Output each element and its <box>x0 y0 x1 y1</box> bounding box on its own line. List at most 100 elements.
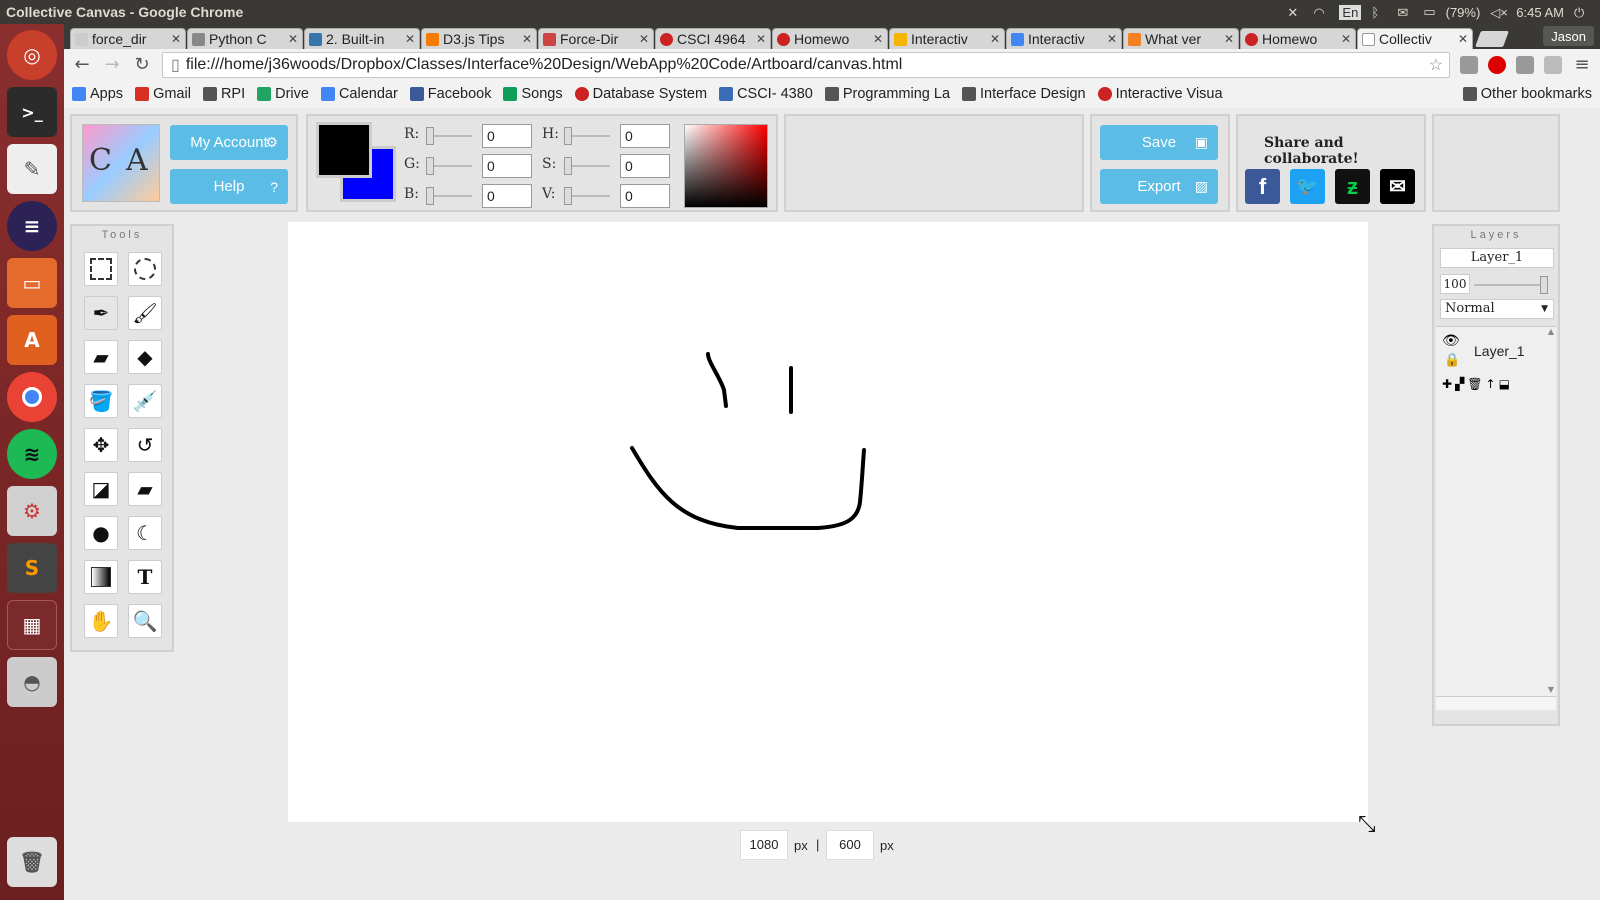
bookmark-songs[interactable]: Songs <box>503 86 563 102</box>
scroll-up-arrow-icon[interactable]: ▲ <box>1548 327 1554 336</box>
opacity-slider[interactable] <box>1474 276 1548 294</box>
back-arrow-icon[interactable]: ← <box>72 55 92 75</box>
ubuntu-dash-icon[interactable]: ◎ <box>7 30 57 80</box>
paint-bucket-tool-icon[interactable]: 🪣 <box>84 384 118 418</box>
bookmark-database[interactable]: Database System <box>574 86 707 102</box>
workspace-switcher-icon[interactable]: ▦ <box>7 600 57 650</box>
ellipse-select-tool-icon[interactable] <box>128 252 162 286</box>
export-button[interactable]: Export ▨ <box>1100 169 1218 204</box>
eyedropper-tool-icon[interactable]: 💉 <box>128 384 162 418</box>
slider-knob[interactable] <box>564 127 572 145</box>
hand-tool-icon[interactable]: ✋ <box>84 604 118 638</box>
horizontal-scrollbar[interactable] <box>1436 696 1556 710</box>
brush-tool-icon[interactable]: 🖌 <box>128 296 162 330</box>
slider-knob[interactable] <box>426 157 434 175</box>
other-bookmarks[interactable]: Other bookmarks <box>1462 86 1592 102</box>
close-tab-icon[interactable]: ✕ <box>1458 32 1468 46</box>
tab-2[interactable]: 2. Built-in ✕ <box>304 28 420 49</box>
primary-color-swatch[interactable] <box>316 122 372 178</box>
close-tab-icon[interactable]: ✕ <box>1107 32 1117 46</box>
dropbox-icon[interactable]: ✕ <box>1287 5 1303 20</box>
tab-6[interactable]: Homewo ✕ <box>772 28 888 49</box>
close-tab-icon[interactable]: ✕ <box>171 32 181 46</box>
s-input[interactable]: 0 <box>620 154 670 178</box>
facebook-share-icon[interactable]: f <box>1245 169 1280 204</box>
sublime-text-icon[interactable]: S <box>7 543 57 593</box>
bookmark-gmail[interactable]: Gmail <box>135 86 191 102</box>
my-account-button[interactable]: My Account ⚙ <box>170 125 288 160</box>
g-input[interactable]: 0 <box>482 154 532 178</box>
bookmark-csci[interactable]: CSCI- 4380 <box>719 86 813 102</box>
mail-icon[interactable]: ✉ <box>1397 5 1413 20</box>
tab-4[interactable]: Force-Dir ✕ <box>538 28 654 49</box>
move-layer-up-icon[interactable]: ↑ <box>1486 377 1496 401</box>
bookmark-apps[interactable]: Apps <box>72 86 123 102</box>
bookmark-interactive-visua[interactable]: Interactive Visua <box>1097 86 1223 102</box>
close-tab-icon[interactable]: ✕ <box>1341 32 1351 46</box>
tab-5[interactable]: CSCI 4964 ✕ <box>655 28 771 49</box>
help-button[interactable]: Help ? <box>170 169 288 204</box>
spotify-icon[interactable]: ≋ <box>7 429 57 479</box>
layer-row[interactable]: 👁 🔒 Layer_1 <box>1436 327 1556 377</box>
text-editor-icon[interactable]: ✎ <box>7 144 57 194</box>
scale-tool-icon[interactable]: ◪ <box>84 472 118 506</box>
canvas-height-input[interactable]: 600 <box>826 830 874 860</box>
slider-knob[interactable] <box>564 187 572 205</box>
files-icon[interactable]: ▭ <box>7 258 57 308</box>
bluetooth-icon[interactable]: ᛒ <box>1371 5 1387 20</box>
slider-knob[interactable] <box>426 127 434 145</box>
power-icon[interactable]: ⏻ <box>1574 5 1590 20</box>
opacity-input[interactable]: 100 <box>1440 274 1470 294</box>
slider-knob[interactable] <box>426 187 434 205</box>
add-layer-icon[interactable]: ✚ <box>1442 377 1452 401</box>
text-tool-icon[interactable]: T <box>128 560 162 594</box>
r-input[interactable]: 0 <box>482 124 532 148</box>
v-input[interactable]: 0 <box>620 184 670 208</box>
software-center-icon[interactable]: A <box>7 315 57 365</box>
bookmark-drive[interactable]: Drive <box>257 86 309 102</box>
rect-select-tool-icon[interactable] <box>84 252 118 286</box>
layer-name-input[interactable]: Layer_1 <box>1440 248 1554 268</box>
tab-1[interactable]: Python C ✕ <box>187 28 303 49</box>
tab-8[interactable]: Interactiv ✕ <box>1006 28 1122 49</box>
slider-knob[interactable] <box>1540 276 1548 294</box>
bookmark-interface-design[interactable]: Interface Design <box>962 86 1086 102</box>
volume-icon[interactable]: ◁× <box>1490 5 1508 20</box>
duplicate-layer-icon[interactable]: ▞ <box>1455 377 1464 401</box>
drawing-canvas[interactable] <box>288 222 1368 822</box>
tab-11-active[interactable]: Collectiv ✕ <box>1357 28 1473 49</box>
eclipse-icon[interactable]: ≡ <box>7 201 57 251</box>
scroll-down-arrow-icon[interactable]: ▼ <box>1548 685 1554 694</box>
bookmark-programming[interactable]: Programming La <box>824 86 950 102</box>
canvas-resize-handle-icon[interactable]: ⤡ <box>1358 812 1392 846</box>
terminal-icon[interactable]: >_ <box>7 87 57 137</box>
delete-layer-icon[interactable]: 🗑 <box>1467 377 1482 401</box>
disk-icon[interactable]: ◓ <box>7 657 57 707</box>
layer-name[interactable]: Layer_1 <box>1474 343 1525 359</box>
block-eraser-tool-icon[interactable]: ◆ <box>128 340 162 374</box>
close-tab-icon[interactable]: ✕ <box>288 32 298 46</box>
email-share-icon[interactable]: ✉ <box>1380 169 1415 204</box>
keyboard-language[interactable]: En <box>1339 4 1362 20</box>
slider-knob[interactable] <box>564 157 572 175</box>
move-tool-icon[interactable]: ✥ <box>84 428 118 462</box>
forward-arrow-icon[interactable]: → <box>102 55 122 75</box>
tab-9[interactable]: What ver ✕ <box>1123 28 1239 49</box>
chrome-icon[interactable] <box>7 372 57 422</box>
rotate-tool-icon[interactable]: ↺ <box>128 428 162 462</box>
close-tab-icon[interactable]: ✕ <box>522 32 532 46</box>
wifi-icon[interactable]: ◠ <box>1313 5 1329 20</box>
close-tab-icon[interactable]: ✕ <box>873 32 883 46</box>
h-slider[interactable] <box>564 127 610 145</box>
tab-0[interactable]: force_dir ✕ <box>70 28 186 49</box>
lock-icon[interactable]: 🔒 <box>1444 353 1460 368</box>
close-tab-icon[interactable]: ✕ <box>1224 32 1234 46</box>
tab-3[interactable]: D3.js Tips ✕ <box>421 28 537 49</box>
b-slider[interactable] <box>426 187 472 205</box>
tab-10[interactable]: Homewo ✕ <box>1240 28 1356 49</box>
bookmark-rpi[interactable]: RPI <box>202 86 245 102</box>
tab-7[interactable]: Interactiv ✕ <box>889 28 1005 49</box>
adblock-icon[interactable] <box>1488 56 1506 74</box>
twitter-share-icon[interactable]: 🐦 <box>1290 169 1325 204</box>
canvas-width-input[interactable]: 1080 <box>740 830 788 860</box>
